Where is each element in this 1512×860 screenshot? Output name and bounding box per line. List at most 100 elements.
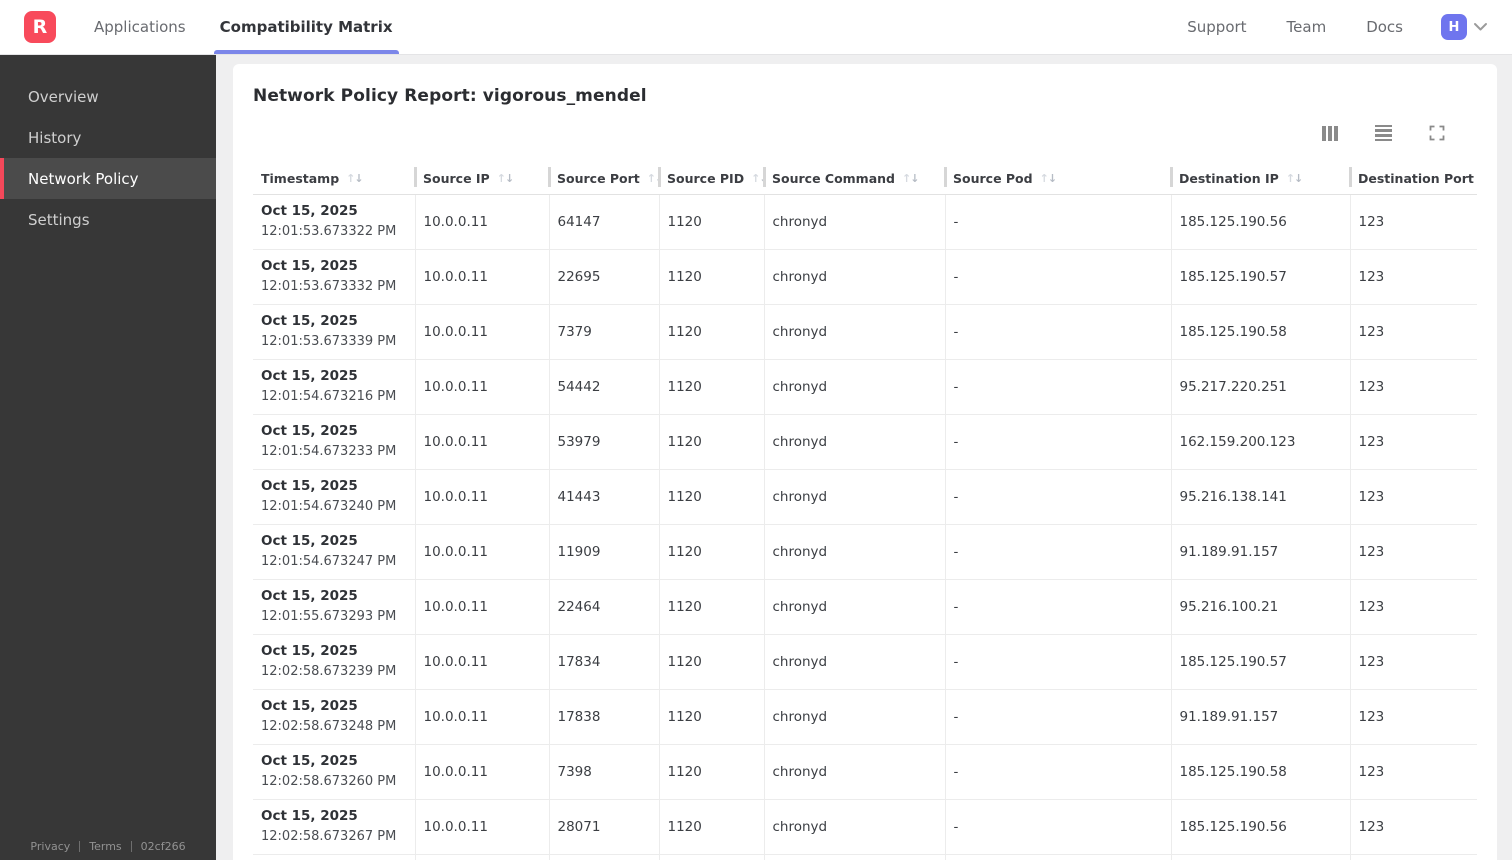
- fullscreen-icon[interactable]: [1429, 125, 1445, 141]
- table-row: Oct 15, 2025 12:01:54.673233 PM 10.0.0.1…: [253, 413, 1477, 469]
- column-header-source-port[interactable]: Source Port↑↓: [548, 164, 659, 195]
- source-command-cell: chronyd: [764, 303, 946, 359]
- column-header-source-pod[interactable]: Source Pod ↑ ↓: [944, 164, 1171, 195]
- source-port-cell: 17834: [549, 633, 660, 689]
- column-header-timestamp[interactable]: Timestamp ↑ ↓: [253, 164, 415, 195]
- sort-icon[interactable]: ↑↓: [1040, 173, 1057, 184]
- app-logo[interactable]: R: [24, 11, 56, 43]
- destination-port-cell: [1350, 853, 1477, 860]
- support-link[interactable]: Support: [1187, 18, 1246, 36]
- timestamp-cell: Oct 15, 2025 12:01:54.673247 PM: [253, 523, 416, 579]
- sidebar-item-history[interactable]: History: [0, 117, 216, 158]
- source-port-cell: [549, 853, 660, 860]
- source-pod-cell: -: [945, 468, 1172, 524]
- table-row: Oct 15, 2025 12:01:53.673339 PM 10.0.0.1…: [253, 303, 1477, 359]
- source-port-cell: 54442: [549, 358, 660, 414]
- source-port-cell: 11909: [549, 523, 660, 579]
- table-row: Oct 15, 2025 12:01:53.673322 PM 10.0.0.1…: [253, 194, 1477, 249]
- column-header-destination-port[interactable]: Destination Port↑↓: [1349, 164, 1477, 195]
- destination-port-cell: 123: [1350, 468, 1477, 524]
- source-pod-cell: -: [945, 303, 1172, 359]
- source-ip-cell: [415, 853, 550, 860]
- source-command-cell: chronyd: [764, 578, 946, 634]
- destination-port-cell: 123: [1350, 303, 1477, 359]
- timestamp-cell: Oct 15, 2025 12:01:54.673216 PM: [253, 358, 416, 414]
- user-avatar[interactable]: H: [1441, 14, 1467, 40]
- sidebar-item-overview[interactable]: Overview: [0, 76, 216, 117]
- table-row: Oct 15, 2025 12:02:58.673260 PM 10.0.0.1…: [253, 743, 1477, 799]
- source-port-cell: 53979: [549, 413, 660, 469]
- source-command-cell: chronyd: [764, 633, 946, 689]
- source-ip-cell: 10.0.0.11: [415, 798, 550, 854]
- sort-icon[interactable]: ↑↓: [902, 173, 919, 184]
- source-pod-cell: -: [945, 688, 1172, 744]
- source-pid-cell: 1120: [659, 303, 765, 359]
- source-port-cell: 22464: [549, 578, 660, 634]
- destination-ip-cell: 185.125.190.58: [1171, 743, 1351, 799]
- source-pid-cell: [659, 853, 765, 860]
- column-header-source-pid[interactable]: Source PID ↑ ↓: [658, 164, 764, 195]
- main-area: Network Policy Report: vigorous_mendel T…: [216, 55, 1512, 860]
- destination-ip-cell: 91.189.91.157: [1171, 523, 1351, 579]
- source-pod-cell: -: [945, 413, 1172, 469]
- source-ip-cell: 10.0.0.11: [415, 578, 550, 634]
- source-ip-cell: 10.0.0.11: [415, 523, 550, 579]
- table-row: Oct 15, 2025 12:02:58.673239 PM 10.0.0.1…: [253, 633, 1477, 689]
- network-policy-table: Timestamp↑↓ Source IP↑↓ Source Port↑↓ So…: [253, 164, 1477, 860]
- privacy-link[interactable]: Privacy: [30, 840, 70, 853]
- table-row: Oct 15, 2025 12:02:58.673267 PM 10.0.0.1…: [253, 798, 1477, 854]
- source-pid-cell: 1120: [659, 688, 765, 744]
- source-ip-cell: 10.0.0.11: [415, 468, 550, 524]
- sort-icon[interactable]: ↑↓: [1286, 173, 1303, 184]
- destination-ip-cell: 162.159.200.123: [1171, 413, 1351, 469]
- timestamp-cell: Oct 15, 2025 12:01:54.673240 PM: [253, 468, 416, 524]
- footer-divider: [130, 841, 132, 852]
- source-port-cell: 41443: [549, 468, 660, 524]
- chevron-down-icon[interactable]: [1473, 22, 1488, 32]
- source-pid-cell: 1120: [659, 413, 765, 469]
- sort-icon[interactable]: ↑↓: [346, 173, 363, 184]
- team-link[interactable]: Team: [1287, 18, 1327, 36]
- topbar-tabs: Applications Compatibility Matrix: [88, 0, 421, 54]
- source-ip-cell: 10.0.0.11: [415, 194, 550, 249]
- timestamp-cell: Oct 15, 2025 12:02:58.673260 PM: [253, 743, 416, 799]
- table-row: Oct 15, 2025: [253, 853, 1477, 860]
- column-header-source-command[interactable]: Source Command ↑ ↓: [763, 164, 945, 195]
- terms-link[interactable]: Terms: [89, 840, 121, 853]
- docs-link[interactable]: Docs: [1366, 18, 1403, 36]
- source-pid-cell: 1120: [659, 798, 765, 854]
- columns-icon[interactable]: [1321, 125, 1338, 141]
- destination-ip-cell: 185.125.190.56: [1171, 798, 1351, 854]
- sidebar-item-settings[interactable]: Settings: [0, 199, 216, 240]
- sidebar-item-network-policy[interactable]: Network Policy: [0, 158, 216, 199]
- source-pod-cell: -: [945, 633, 1172, 689]
- rows-icon[interactable]: [1375, 124, 1392, 142]
- footer-divider: [79, 841, 81, 852]
- source-pod-cell: -: [945, 578, 1172, 634]
- table-body: Oct 15, 2025 12:01:53.673322 PM 10.0.0.1…: [253, 194, 1477, 860]
- source-pod-cell: -: [945, 358, 1172, 414]
- destination-port-cell: 123: [1350, 633, 1477, 689]
- column-header-source-ip[interactable]: Source IP ↑ ↓: [414, 164, 549, 195]
- timestamp-cell: Oct 15, 2025 12:01:54.673233 PM: [253, 413, 416, 469]
- destination-ip-cell: 185.125.190.57: [1171, 633, 1351, 689]
- destination-ip-cell: 95.217.220.251: [1171, 358, 1351, 414]
- build-id: 02cf266: [140, 840, 186, 853]
- topbar-right: Support Team Docs H: [1147, 14, 1512, 40]
- timestamp-cell: Oct 15, 2025 12:02:58.673267 PM: [253, 798, 416, 854]
- source-command-cell: chronyd: [764, 248, 946, 304]
- timestamp-cell: Oct 15, 2025 12:02:58.673248 PM: [253, 688, 416, 744]
- source-command-cell: chronyd: [764, 413, 946, 469]
- source-pod-cell: -: [945, 798, 1172, 854]
- tab-compatibility-matrix[interactable]: Compatibility Matrix: [213, 0, 399, 54]
- timestamp-cell: Oct 15, 2025 12:01:53.673332 PM: [253, 248, 416, 304]
- source-command-cell: chronyd: [764, 688, 946, 744]
- sort-icon[interactable]: ↑↓: [497, 173, 514, 184]
- table-row: Oct 15, 2025 12:01:53.673332 PM 10.0.0.1…: [253, 248, 1477, 304]
- source-port-cell: 22695: [549, 248, 660, 304]
- source-pod-cell: -: [945, 248, 1172, 304]
- source-pid-cell: 1120: [659, 523, 765, 579]
- tab-applications[interactable]: Applications: [88, 0, 192, 54]
- source-command-cell: chronyd: [764, 358, 946, 414]
- column-header-destination-ip[interactable]: Destination IP ↑ ↓: [1170, 164, 1350, 195]
